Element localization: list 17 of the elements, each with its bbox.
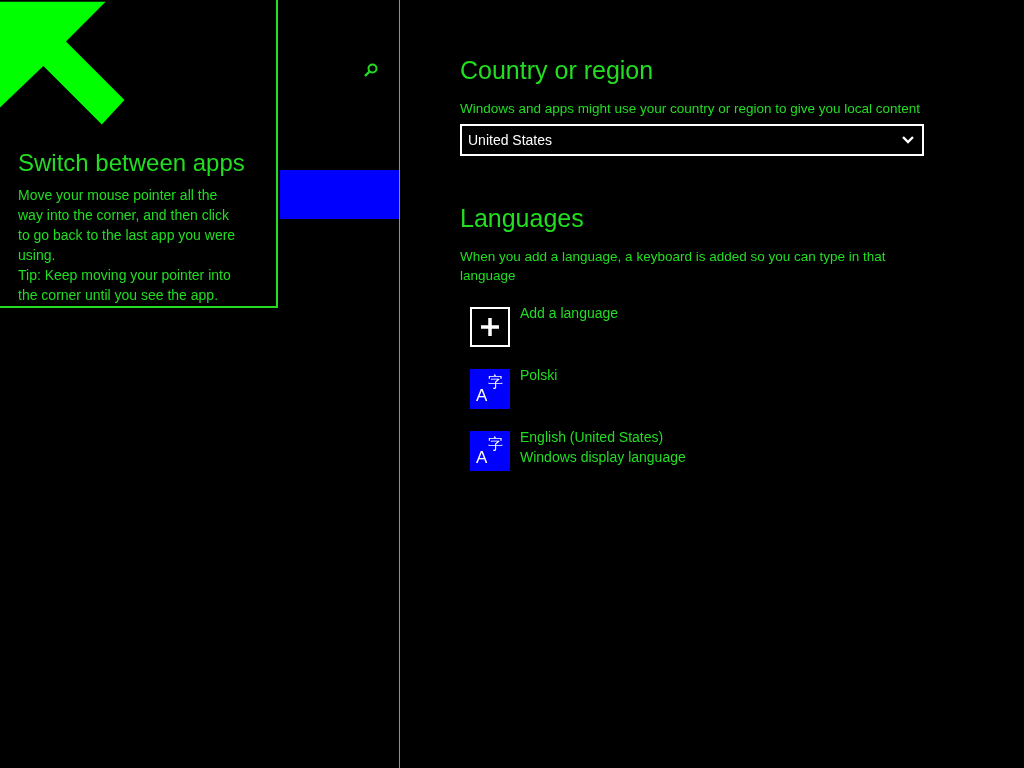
country-dropdown[interactable]: United States (460, 124, 924, 156)
language-note: Windows display language (520, 448, 686, 467)
language-icon: A 字 (470, 369, 510, 409)
chevron-down-icon (902, 136, 914, 144)
tip-title: Switch between apps (18, 149, 246, 177)
section-description: Windows and apps might use your country or region to give you local content (460, 100, 921, 118)
add-language-link[interactable]: Add a language (520, 303, 619, 323)
plus-icon[interactable] (470, 307, 510, 347)
search-icon[interactable] (363, 62, 379, 78)
tip-text: Move your mouse pointer all the way into the corner, and then click to go back to the last app you were using. (18, 186, 237, 265)
language-name[interactable]: Polski (520, 365, 558, 385)
tip-text: Tip: Keep moving your pointer into the corner until you see the app. (18, 266, 232, 305)
language-name[interactable]: English (United States) (520, 427, 686, 447)
section-heading: Languages (460, 204, 585, 233)
language-icon: A 字 (470, 431, 510, 471)
section-description: When you add a language, a keyboard is added so you can type in that language (460, 248, 887, 285)
section-heading: Country or region (460, 56, 655, 85)
